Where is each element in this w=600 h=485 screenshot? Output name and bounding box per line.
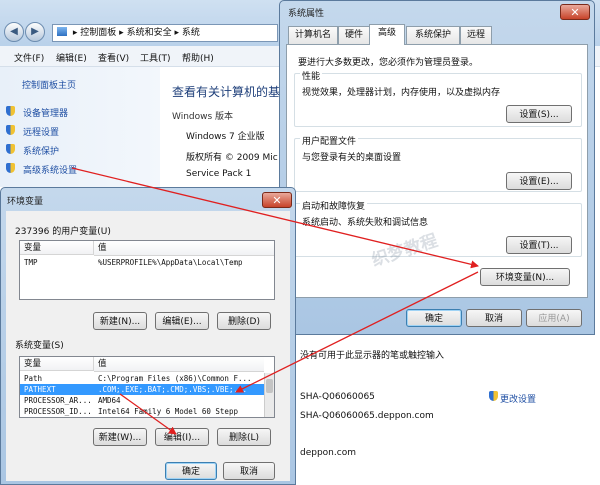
change-settings-link[interactable]: 更改设置 xyxy=(500,392,536,405)
copyright-text: 版权所有 © 2009 Mic xyxy=(186,153,278,163)
table-row-selected[interactable]: PATHEXT .COM;.EXE;.BAT;.CMD;.VBS;.VBE;..… xyxy=(20,384,264,395)
user-profiles-settings-button[interactable]: 设置(E)... xyxy=(506,172,572,190)
sidebar-system-protection[interactable]: 系统保护 xyxy=(23,144,59,157)
sidebar-remote-settings[interactable]: 远程设置 xyxy=(23,125,59,138)
address-sep-icon: ▸ xyxy=(72,28,78,38)
variable-name: PROCESSOR_AR... xyxy=(24,396,92,405)
service-pack: Service Pack 1 xyxy=(186,169,252,179)
startup-recovery-title: 启动和故障恢复 xyxy=(300,199,368,212)
startup-recovery-desc: 系统启动、系统失败和调试信息 xyxy=(302,218,429,228)
user-profiles-desc: 与您登录有关的桌面设置 xyxy=(302,153,402,163)
user-new-button[interactable]: 新建(N)... xyxy=(93,312,147,330)
variable-name: PROCESSOR_ID... xyxy=(24,407,92,416)
user-delete-button[interactable]: 删除(D) xyxy=(217,312,271,330)
sidebar-home-link[interactable]: 控制面板主页 xyxy=(22,78,76,91)
tab-remote[interactable]: 远程 xyxy=(460,26,492,44)
user-variables-list[interactable]: 变量 值 TMP %USERPROFILE%\AppData\Local\Tem… xyxy=(19,240,275,300)
shield-icon xyxy=(6,163,15,173)
back-button[interactable]: ◀ xyxy=(4,22,24,42)
column-header-variable[interactable]: 变量 xyxy=(20,241,94,255)
breadcrumb-separator-2: ▸ xyxy=(174,28,179,38)
computer-name-value: SHA-Q06060065 xyxy=(300,392,375,402)
startup-recovery-settings-button[interactable]: 设置(T)... xyxy=(506,236,572,254)
vertical-scrollbar[interactable] xyxy=(264,373,274,417)
variable-name: Path xyxy=(24,374,43,383)
dialog-title: 环境变量 xyxy=(7,197,44,207)
user-variables-label: 237396 的用户变量(U) xyxy=(15,227,111,237)
menu-help[interactable]: 帮助(H) xyxy=(182,51,214,64)
close-icon[interactable]: ✕ xyxy=(262,192,292,208)
tab-system-protection[interactable]: 系统保护 xyxy=(406,26,460,44)
forward-button[interactable]: ▶ xyxy=(25,22,45,42)
edition-value: Windows 7 企业版 xyxy=(186,132,265,142)
dialog-title: 系统属性 xyxy=(288,9,325,19)
environment-variables-button[interactable]: 环境变量(N)... xyxy=(480,268,570,286)
breadcrumb-control-panel[interactable]: 控制面板 xyxy=(80,28,116,38)
ok-button[interactable]: 确定 xyxy=(165,462,217,480)
forward-arrow-icon: ▶ xyxy=(31,26,39,37)
table-row[interactable]: PROCESSOR_ID... Intel64 Family 6 Model 6… xyxy=(20,406,274,417)
ok-button[interactable]: 确定 xyxy=(406,309,462,327)
shield-icon xyxy=(6,106,15,116)
performance-title: 性能 xyxy=(300,69,323,82)
user-profiles-title: 用户配置文件 xyxy=(300,134,359,147)
performance-settings-button[interactable]: 设置(S)... xyxy=(506,105,572,123)
domain-value: deppon.com xyxy=(300,448,356,458)
system-properties-dialog: 系统属性 ✕ 计算机名 硬件 高级 系统保护 远程 要进行大多数更改，您必须作为… xyxy=(279,0,595,335)
breadcrumb-system[interactable]: 系统 xyxy=(182,28,200,38)
cancel-button[interactable]: 取消 xyxy=(466,309,522,327)
shield-icon xyxy=(6,125,15,135)
table-row[interactable]: Path C:\Program Files (x86)\Common F... xyxy=(20,373,274,384)
variable-name: PATHEXT xyxy=(24,385,56,394)
windows-edition-label: Windows 版本 xyxy=(172,112,234,122)
cancel-button[interactable]: 取消 xyxy=(223,462,275,480)
pen-touch-text: 没有可用于此显示器的笔或触控输入 xyxy=(300,351,445,361)
variable-value: C:\Program Files (x86)\Common F... xyxy=(98,374,252,383)
system-variables-label: 系统变量(S) xyxy=(15,341,64,351)
table-row[interactable]: TMP %USERPROFILE%\AppData\Local\Temp xyxy=(20,257,274,268)
apply-button[interactable]: 应用(A) xyxy=(526,309,582,327)
back-arrow-icon: ◀ xyxy=(10,26,18,37)
system-variables-list[interactable]: 变量 值 Path C:\Program Files (x86)\Common … xyxy=(19,356,275,418)
table-row[interactable]: PROCESSOR_AR... AMD64 xyxy=(20,395,274,406)
variable-name: TMP xyxy=(24,258,38,267)
sidebar-advanced-settings[interactable]: 高级系统设置 xyxy=(23,163,77,176)
main-heading: 查看有关计算机的基 xyxy=(172,85,281,99)
system-delete-button[interactable]: 删除(L) xyxy=(217,428,271,446)
sidebar-device-manager[interactable]: 设备管理器 xyxy=(23,106,68,119)
variable-value: .COM;.EXE;.BAT;.CMD;.VBS;.VBE;... xyxy=(98,385,248,394)
shield-icon xyxy=(489,391,498,401)
variable-value: AMD64 xyxy=(98,396,121,405)
menu-view[interactable]: 查看(V) xyxy=(98,51,129,64)
column-header-value[interactable]: 值 xyxy=(94,357,264,372)
close-icon[interactable]: ✕ xyxy=(560,4,590,20)
performance-desc: 视觉效果，处理器计划，内存使用，以及虚拟内存 xyxy=(302,88,501,98)
breadcrumb-system-security[interactable]: 系统和安全 xyxy=(127,28,172,38)
shield-icon xyxy=(6,144,15,154)
menu-edit[interactable]: 编辑(E) xyxy=(56,51,87,64)
full-computer-name-value: SHA-Q06060065.deppon.com xyxy=(300,411,434,421)
menu-tools[interactable]: 工具(T) xyxy=(140,51,171,64)
control-panel-icon xyxy=(57,27,67,36)
menu-file[interactable]: 文件(F) xyxy=(14,51,44,64)
column-header-value[interactable]: 值 xyxy=(94,241,274,256)
address-bar[interactable]: ▸ 控制面板 ▸ 系统和安全 ▸ 系统 xyxy=(52,24,278,42)
system-edit-button[interactable]: 编辑(I)... xyxy=(155,428,209,446)
tab-advanced[interactable]: 高级 xyxy=(369,24,405,45)
tab-hardware[interactable]: 硬件 xyxy=(338,26,370,44)
admin-note: 要进行大多数更改，您必须作为管理员登录。 xyxy=(298,58,479,68)
environment-variables-dialog: 环境变量 ✕ 237396 的用户变量(U) 变量 值 TMP %USERPRO… xyxy=(0,187,296,485)
column-header-variable[interactable]: 变量 xyxy=(20,357,94,371)
breadcrumb-separator-1: ▸ xyxy=(119,28,124,38)
scrollbar-thumb[interactable] xyxy=(266,379,273,393)
variable-value: Intel64 Family 6 Model 60 Stepp xyxy=(98,407,238,416)
tab-computer-name[interactable]: 计算机名 xyxy=(288,26,338,44)
variable-value: %USERPROFILE%\AppData\Local\Temp xyxy=(98,258,243,267)
system-new-button[interactable]: 新建(W)... xyxy=(93,428,147,446)
user-edit-button[interactable]: 编辑(E)... xyxy=(155,312,209,330)
